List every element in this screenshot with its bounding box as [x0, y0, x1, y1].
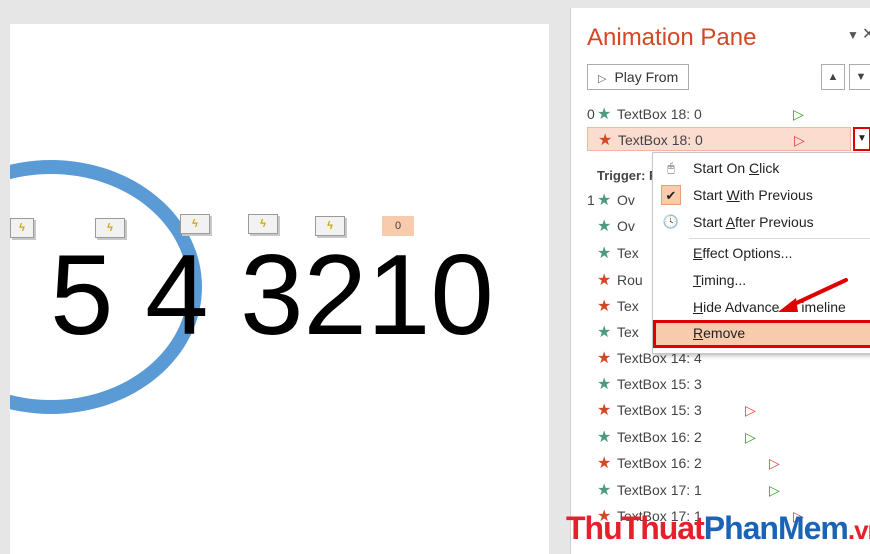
exit-star-icon: ★ — [597, 298, 612, 315]
entrance-star-icon: ★ — [597, 429, 612, 446]
clock-icon: 🕓 — [662, 214, 680, 229]
animation-tag-lightning[interactable]: ϟ — [180, 214, 210, 234]
exit-star-icon: ★ — [597, 455, 612, 472]
animation-list-item[interactable]: ★ TextBox 15: 3 ▷ — [587, 398, 870, 422]
mouse-icon: 🖰 — [667, 160, 675, 175]
countdown-digits[interactable]: 5 4 3210 — [50, 236, 494, 356]
entrance-star-icon: ★ — [597, 218, 612, 235]
play-trigger-icon: ▷ — [793, 106, 804, 122]
animation-tag-lightning[interactable]: ϟ — [10, 218, 34, 238]
animation-list-item[interactable]: ★ TextBox 16: 2 ▷ — [587, 451, 870, 475]
animation-list-item[interactable]: ★ TextBox 15: 3 — [587, 372, 870, 396]
pane-options-icon[interactable]: ▼ — [847, 28, 859, 42]
menu-remove[interactable]: Remove — [653, 320, 870, 348]
entrance-star-icon: ★ — [597, 324, 612, 341]
animation-list-item[interactable]: ★ TextBox 17: 1 ▷ — [587, 478, 870, 502]
lightning-icon: ϟ — [19, 222, 25, 234]
arrow-up-icon: ▲ — [827, 71, 839, 83]
play-trigger-icon: ▷ — [769, 455, 780, 471]
site-watermark: ThuThuatPhanMem.vn — [566, 510, 870, 546]
animation-list-item-selected[interactable]: ★ TextBox 18: 0 ▷ — [587, 127, 851, 151]
move-up-button[interactable]: ▲ — [821, 64, 845, 90]
entrance-star-icon: ★ — [597, 192, 612, 209]
item-dropdown-button[interactable]: ▼ — [853, 127, 870, 151]
animation-context-menu: 🖰 Start On Click ✔ Start With Previous 🕓… — [652, 152, 870, 354]
play-trigger-icon: ▷ — [769, 482, 780, 498]
play-from-button[interactable]: ▷ Play From — [587, 64, 689, 90]
play-icon: ▷ — [598, 73, 607, 85]
entrance-star-icon: ★ — [597, 245, 612, 262]
lightning-icon: ϟ — [260, 218, 266, 230]
entrance-star-icon: ★ — [597, 482, 612, 499]
entrance-star-icon: ★ — [597, 106, 612, 123]
menu-start-on-click[interactable]: 🖰 Start On Click — [653, 155, 870, 181]
animation-list-item[interactable]: ★ TextBox 16: 2 ▷ — [587, 425, 870, 449]
lightning-icon: ϟ — [192, 218, 198, 230]
exit-star-icon: ★ — [598, 132, 613, 149]
menu-separator — [689, 238, 870, 239]
menu-effect-options[interactable]: Effect Options... — [653, 240, 870, 266]
animation-tag-lightning[interactable]: ϟ — [248, 214, 278, 234]
play-trigger-icon: ▷ — [745, 402, 756, 418]
close-icon[interactable]: ✕ — [862, 24, 870, 44]
play-trigger-icon: ▷ — [745, 429, 756, 445]
chevron-down-icon: ▼ — [857, 133, 867, 144]
entrance-star-icon: ★ — [597, 376, 612, 393]
animation-list-item[interactable]: 0 ★ TextBox 18: 0 ▷ — [587, 102, 870, 126]
pane-title: Animation Pane — [587, 24, 757, 51]
menu-start-after-previous[interactable]: 🕓 Start After Previous — [653, 209, 870, 235]
exit-star-icon: ★ — [597, 402, 612, 419]
move-down-button[interactable]: ▼ — [849, 64, 870, 90]
lightning-icon: ϟ — [327, 220, 333, 232]
play-trigger-icon: ▷ — [794, 132, 805, 148]
trigger-group-label: Trigger: F — [597, 168, 657, 183]
arrow-down-icon: ▼ — [855, 71, 867, 83]
exit-star-icon: ★ — [597, 272, 612, 289]
menu-start-with-previous[interactable]: ✔ Start With Previous — [653, 182, 870, 208]
slide-canvas[interactable]: ϟ ϟ ϟ ϟ ϟ 0 5 4 3210 — [10, 24, 549, 554]
slide-editor-area: ϟ ϟ ϟ ϟ ϟ 0 5 4 3210 — [0, 0, 570, 554]
checkmark-icon: ✔ — [661, 185, 681, 205]
exit-star-icon: ★ — [597, 350, 612, 367]
annotation-arrow-icon — [778, 278, 848, 312]
